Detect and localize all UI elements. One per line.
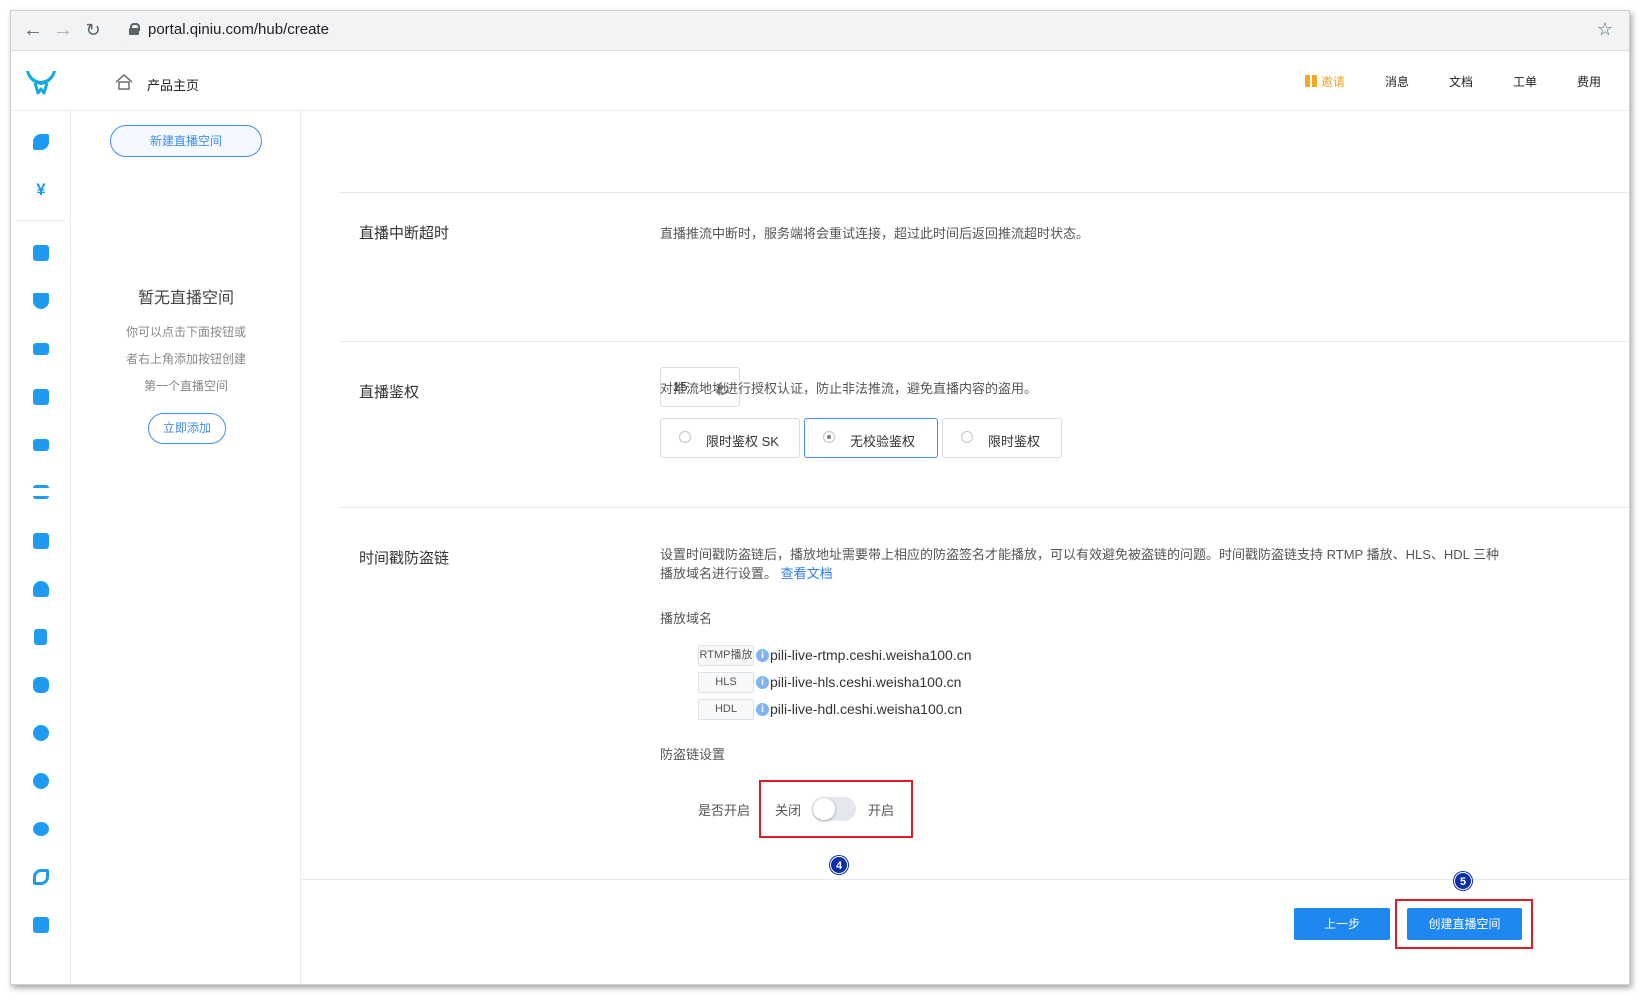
empty-state-line: 者右上角添加按钮创建: [125, 352, 246, 366]
rail-divider: [17, 220, 65, 221]
play-domains-label: 播放域名: [660, 611, 713, 626]
step-5-badge: 5: [1454, 872, 1472, 890]
sliders-icon[interactable]: [33, 485, 49, 499]
timeout-section-label: 直播中断超时: [359, 225, 450, 242]
top-header: 产品主页 邀请 消息 文档 工单 费用: [11, 51, 1629, 111]
empty-state-title: 暂无直播空间: [137, 290, 234, 307]
view-docs-link[interactable]: 查看文档: [781, 566, 833, 581]
lock-icon: [129, 23, 140, 35]
step-4-badge: 4: [830, 856, 848, 874]
live-space-list-panel: 新建直播空间 暂无直播空间 你可以点击下面按钮或 者右上角添加按钮创建 第一个直…: [71, 111, 301, 984]
auth-option-none[interactable]: 无校验鉴权: [804, 418, 938, 458]
radio-selected-icon[interactable]: [823, 431, 835, 443]
home-icon[interactable]: [115, 74, 133, 90]
highlight-box-step5: [1395, 899, 1533, 949]
book-icon[interactable]: [34, 629, 47, 645]
radio-icon[interactable]: [679, 431, 691, 443]
section-divider: [339, 192, 1629, 193]
live-tv-icon[interactable]: [33, 389, 49, 405]
tickets-link[interactable]: 工单: [1513, 73, 1537, 90]
antileech-settings-label: 防盗链设置: [660, 747, 726, 762]
reload-icon[interactable]: ↻: [81, 19, 105, 43]
qiniu-logo-icon[interactable]: [23, 61, 59, 101]
image-icon[interactable]: [33, 917, 49, 933]
forward-arrow-icon[interactable]: →: [51, 19, 75, 43]
info-icon[interactable]: i: [756, 649, 769, 662]
yen-icon[interactable]: ¥: [33, 181, 49, 198]
create-form: 直播中断超时 直播推流中断时，服务端将会重试连接，超过此时间后返回推流超时状态。…: [301, 111, 1629, 891]
chart-circle-icon[interactable]: [33, 725, 49, 741]
storage-grid-icon[interactable]: [33, 245, 49, 261]
domain-tag: HLS: [698, 672, 754, 693]
browser-window: ← → ↻ portal.qiniu.com/hub/create ☆ 产品主页…: [10, 10, 1630, 985]
new-live-space-button[interactable]: 新建直播空间: [110, 125, 262, 157]
antileech-description: 设置时间戳防盗链后，播放地址需要带上相应的防盗签名才能播放，可以有效避免被盗链的…: [660, 545, 1500, 583]
domain-host: pili-live-hdl.ceshi.weisha100.cn: [770, 701, 963, 717]
domain-tag: HDL: [698, 699, 754, 720]
database-icon[interactable]: [33, 677, 49, 693]
globe-icon[interactable]: [33, 822, 49, 836]
docs-link[interactable]: 文档: [1449, 73, 1473, 90]
empty-state-line: 你可以点击下面按钮或: [125, 325, 246, 339]
billing-link[interactable]: 费用: [1577, 73, 1601, 90]
cdn-funnel-icon[interactable]: [33, 293, 49, 309]
info-icon[interactable]: i: [756, 703, 769, 716]
auth-description: 对推流地址进行授权认证，防止非法推流，避免直播内容的盗用。: [660, 381, 1038, 396]
section-divider: [339, 507, 1629, 508]
gift-icon: [1304, 75, 1317, 87]
form-footer: 上一步 创建直播空间 5: [301, 872, 1629, 984]
info-icon[interactable]: i: [756, 676, 769, 689]
star-icon[interactable]: ☆: [1597, 19, 1613, 40]
video-play-icon[interactable]: [33, 533, 49, 549]
messages-link[interactable]: 消息: [1385, 73, 1409, 90]
timeout-description: 直播推流中断时，服务端将会重试连接，超过此时间后返回推流超时状态。: [660, 226, 1090, 241]
auth-option-timed[interactable]: 限时鉴权: [942, 418, 1062, 458]
auth-section-label: 直播鉴权: [359, 384, 420, 401]
section-divider: [339, 341, 1629, 342]
top-nav: 邀请 消息 文档 工单 费用: [1265, 51, 1601, 111]
domain-host: pili-live-hls.ceshi.weisha100.cn: [770, 674, 962, 690]
overview-icon[interactable]: [33, 134, 49, 150]
home-link[interactable]: 产品主页: [147, 75, 199, 94]
invite-link[interactable]: 邀请: [1304, 73, 1345, 90]
film-icon[interactable]: [33, 439, 49, 451]
empty-state-line: 第一个直播空间: [143, 379, 228, 393]
server-icon[interactable]: [33, 343, 49, 355]
compass-icon[interactable]: [33, 773, 49, 789]
domain-tag: RTMP播放: [698, 645, 754, 666]
browser-toolbar: ← → ↻ portal.qiniu.com/hub/create ☆: [11, 11, 1629, 51]
prev-step-button[interactable]: 上一步: [1294, 908, 1390, 940]
product-icon-rail: ¥: [11, 111, 71, 984]
address-bar[interactable]: [123, 16, 1623, 46]
route-icon[interactable]: [33, 869, 49, 885]
antileech-section-label: 时间戳防盗链: [359, 550, 450, 567]
auth-option-label: 限时鉴权: [988, 434, 1041, 449]
enable-label: 是否开启: [698, 803, 751, 818]
auth-option-sk[interactable]: 限时鉴权 SK: [660, 418, 800, 458]
url-text[interactable]: portal.qiniu.com/hub/create: [148, 21, 329, 38]
highlight-box-step4: [759, 780, 913, 838]
auth-option-label: 限时鉴权 SK: [706, 434, 779, 449]
cloud-icon[interactable]: [33, 581, 49, 597]
radio-icon[interactable]: [961, 431, 973, 443]
domain-host: pili-live-rtmp.ceshi.weisha100.cn: [770, 647, 972, 663]
auth-option-label: 无校验鉴权: [850, 434, 916, 449]
invite-label: 邀请: [1320, 74, 1345, 89]
add-now-button[interactable]: 立即添加: [148, 413, 226, 444]
back-arrow-icon[interactable]: ←: [21, 19, 45, 43]
